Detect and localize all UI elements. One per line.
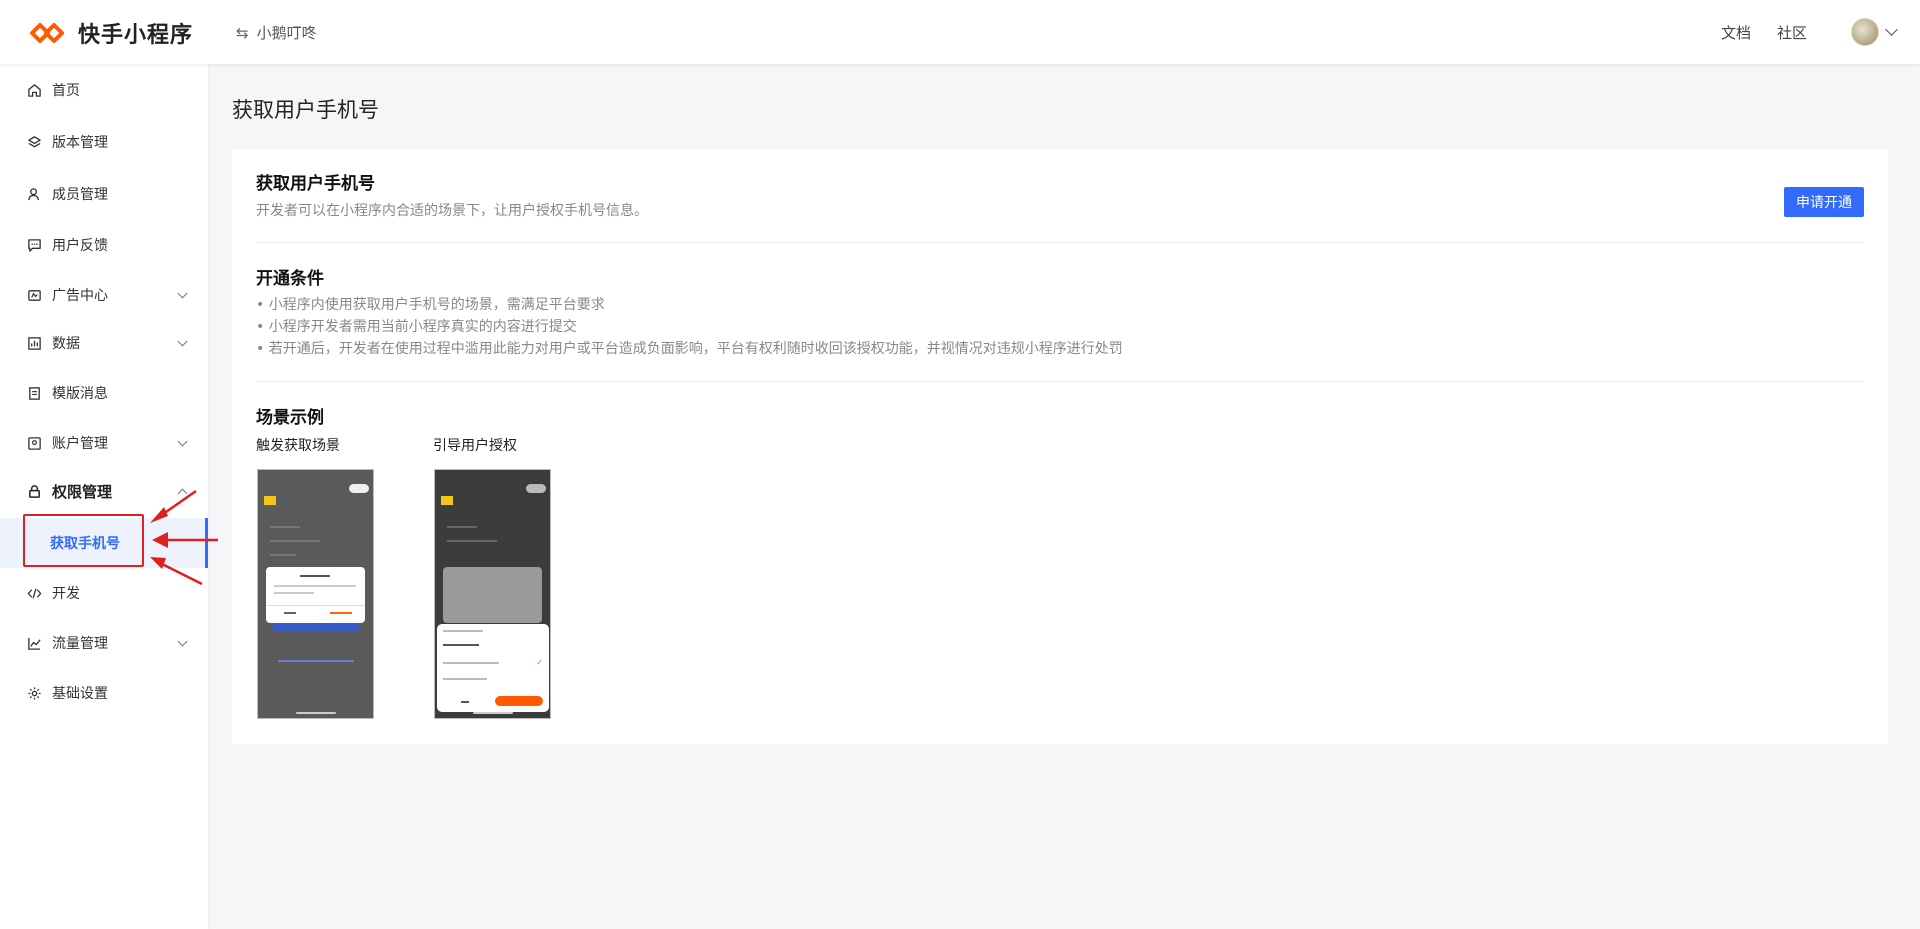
intro-title: 获取用户手机号	[256, 174, 375, 194]
sidebar-item-label: 模版消息	[52, 386, 108, 402]
sidebar-item-label: 版本管理	[52, 135, 108, 151]
template-icon	[26, 385, 42, 401]
examples-title: 场景示例	[256, 408, 324, 428]
sidebar-item-label: 基础设置	[52, 686, 108, 702]
conditions-title: 开通条件	[256, 269, 324, 289]
sidebar-item-label: 广告中心	[52, 288, 108, 304]
sidebar-item-label: 流量管理	[52, 636, 108, 652]
swap-icon: ⇆	[236, 23, 249, 42]
chevron-down-icon	[177, 336, 188, 347]
scene-image-trigger	[257, 469, 374, 719]
ad-icon	[26, 287, 42, 303]
chart-icon	[26, 335, 42, 351]
apply-button[interactable]: 申请开通	[1784, 187, 1864, 217]
traffic-icon	[26, 635, 42, 651]
annotation-arrows	[150, 489, 218, 585]
account-icon	[26, 435, 42, 451]
header-right: 文档 社区	[1695, 0, 1898, 64]
scene-label-trigger: 触发获取场景	[256, 438, 340, 454]
gear-icon	[26, 685, 42, 701]
app-switcher[interactable]: ⇆ 小鹅叮咚	[236, 22, 317, 43]
docs-link[interactable]: 文档	[1721, 22, 1751, 43]
code-icon	[26, 585, 42, 601]
community-link[interactable]: 社区	[1777, 22, 1807, 43]
chevron-down-icon	[1885, 22, 1898, 36]
sidebar-item-templates[interactable]: 模版消息	[0, 373, 208, 413]
chevron-down-icon	[177, 288, 188, 299]
sidebar-item-ads[interactable]: 广告中心	[0, 275, 208, 315]
sidebar-item-account[interactable]: 账户管理	[0, 423, 208, 463]
sidebar-item-label: 权限管理	[52, 482, 113, 501]
page-title: 获取用户手机号	[232, 98, 379, 122]
sidebar-item-label: 成员管理	[52, 187, 108, 203]
layers-icon	[26, 134, 42, 150]
scene-label-guide: 引导用户授权	[433, 438, 517, 454]
sidebar-item-label: 用户反馈	[52, 238, 108, 254]
list-item: 小程序开发者需用当前小程序真实的内容进行提交	[256, 316, 1123, 338]
chevron-down-icon	[177, 636, 188, 647]
sidebar-item-versions[interactable]: 版本管理	[0, 122, 208, 162]
sidebar-item-home[interactable]: 首页	[0, 70, 208, 110]
sidebar-item-label: 首页	[52, 83, 80, 99]
sidebar-item-label: 数据	[52, 336, 80, 352]
check-icon: ✓	[536, 658, 543, 667]
divider	[256, 381, 1864, 382]
list-item: 小程序内使用获取用户手机号的场景，需满足平台要求	[256, 294, 1123, 316]
conditions-list: 小程序内使用获取用户手机号的场景，需满足平台要求 小程序开发者需用当前小程序真实…	[256, 294, 1123, 360]
logo[interactable]: 快手小程序	[28, 17, 193, 49]
sidebar-item-data[interactable]: 数据	[0, 323, 208, 363]
logo-icon	[28, 19, 66, 47]
sidebar-item-label: 开发	[52, 586, 80, 602]
feedback-icon	[26, 237, 42, 253]
home-icon	[26, 82, 42, 98]
sidebar-item-label: 账户管理	[52, 436, 108, 452]
top-header: 快手小程序 ⇆ 小鹅叮咚 文档 社区	[0, 0, 1920, 64]
sidebar-item-feedback[interactable]: 用户反馈	[0, 225, 208, 265]
user-menu[interactable]	[1851, 18, 1898, 46]
logo-text: 快手小程序	[78, 23, 194, 48]
content-card: 获取用户手机号 开发者可以在小程序内合适的场景下，让用户授权手机号信息。 申请开…	[232, 149, 1888, 744]
divider	[256, 242, 1864, 243]
intro-desc: 开发者可以在小程序内合适的场景下，让用户授权手机号信息。	[256, 203, 648, 219]
scene-image-guide: ✓	[434, 469, 551, 719]
sidebar-item-traffic[interactable]: 流量管理	[0, 623, 208, 663]
lock-icon	[26, 483, 42, 499]
avatar	[1851, 18, 1879, 46]
user-icon	[26, 186, 42, 202]
sidebar-item-members[interactable]: 成员管理	[0, 174, 208, 214]
app-name: 小鹅叮咚	[256, 24, 317, 42]
annotation-box	[23, 514, 144, 567]
list-item: 若开通后，开发者在使用过程中滥用此能力对用户或平台造成负面影响，平台有权利随时收…	[256, 338, 1123, 360]
chevron-down-icon	[177, 436, 188, 447]
sidebar-item-settings[interactable]: 基础设置	[0, 673, 208, 713]
